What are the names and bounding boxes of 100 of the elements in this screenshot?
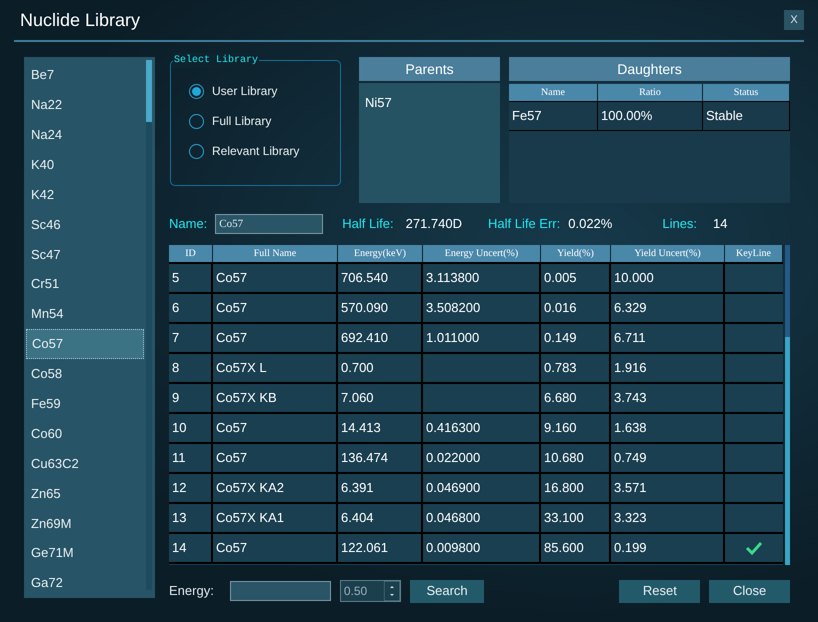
radio-button[interactable]	[189, 144, 204, 158]
nuclide-item[interactable]: Ga72	[26, 568, 144, 598]
nuclide-item[interactable]: Co58	[26, 358, 144, 389]
nuclide-item[interactable]: Mn54	[26, 299, 144, 330]
name-field[interactable]: Co57	[215, 214, 324, 234]
tolerance-spinbox[interactable]: 0.50	[340, 580, 401, 602]
window-title: Nuclide Library	[20, 8, 140, 32]
table-cell: Fe57	[509, 102, 598, 130]
table-cell: 6	[169, 294, 213, 322]
scrollbar[interactable]	[785, 245, 790, 565]
table-cell: 3.508200	[423, 294, 541, 322]
table-cell: 10.000	[611, 264, 725, 292]
table-cell: 6.329	[611, 294, 725, 322]
scrollbar[interactable]	[146, 60, 152, 590]
table-cell: 0.416300	[423, 414, 541, 442]
table-cell: 6.680	[541, 384, 611, 412]
table-cell: 14	[169, 534, 213, 562]
table-cell: Co57	[213, 444, 338, 472]
column-header[interactable]: ID	[169, 245, 213, 262]
table-cell: 6.711	[611, 324, 725, 352]
nuclide-item[interactable]: Na24	[26, 120, 144, 150]
nuclide-item[interactable]: Zn65	[26, 478, 144, 508]
table-cell: 3.323	[611, 504, 725, 532]
nuclide-item[interactable]: Sc46	[26, 209, 144, 240]
reset-button[interactable]: Reset	[619, 580, 700, 602]
table-cell: Co57X L	[213, 354, 338, 382]
column-header[interactable]: Energy(keV)	[338, 245, 423, 262]
table-cell: 122.061	[338, 534, 423, 562]
radio-label: User Library	[212, 83, 278, 100]
table-cell: 10.680	[541, 444, 611, 472]
table-cell: Co57	[213, 264, 338, 292]
table-cell: 0.022000	[423, 444, 541, 472]
column-header[interactable]: Full Name	[213, 245, 338, 262]
nuclide-item[interactable]: K42	[26, 180, 144, 210]
table-cell: Co57X KA1	[213, 504, 338, 532]
table-cell: 85.600	[541, 534, 611, 562]
table-cell: 9	[169, 384, 213, 412]
half-life-err-label: Half Life Err:	[488, 215, 560, 234]
nuclide-item[interactable]: Zn69M	[26, 508, 144, 538]
table-cell: 16.800	[541, 474, 611, 502]
table-cell: Co57X KB	[213, 384, 338, 412]
table-cell: Co57	[213, 534, 338, 562]
half-life-label: Half Life:	[342, 215, 394, 234]
search-button[interactable]: Search	[410, 580, 484, 602]
close-button[interactable]: Close	[709, 580, 790, 602]
half-life-value: 271.740D	[406, 215, 462, 234]
nuclide-item[interactable]: Be7	[26, 60, 144, 90]
table-cell: 0.700	[338, 354, 423, 382]
table-cell: 706.540	[338, 264, 423, 292]
daughters-header: Daughters	[509, 57, 790, 81]
nuclide-item[interactable]: Cu63C2	[26, 448, 144, 478]
column-header[interactable]: Ratio	[598, 84, 703, 101]
table-cell: Stable	[703, 102, 790, 130]
nuclide-item[interactable]: Co60	[26, 418, 144, 449]
half-life-err-value: 0.022%	[568, 215, 612, 234]
table-cell: 33.100	[541, 504, 611, 532]
nuclide-item[interactable]: Ge71M	[26, 538, 144, 568]
column-header[interactable]: Status	[703, 84, 790, 101]
table-cell: 10	[169, 414, 213, 442]
table-cell: 12	[169, 474, 213, 502]
parents-header: Parents	[359, 57, 500, 81]
table-cell: 692.410	[338, 324, 423, 352]
column-header[interactable]: Yield(%)	[541, 245, 611, 262]
close-button[interactable]: X	[784, 10, 804, 30]
column-header[interactable]: KeyLine	[725, 245, 783, 262]
table-cell: 7	[169, 324, 213, 352]
table-cell: 1.916	[611, 354, 725, 382]
spin-arrows-icon[interactable]	[384, 581, 400, 601]
table-cell: 6.391	[338, 474, 423, 502]
table-cell: 9.160	[541, 414, 611, 442]
table-cell: 1.638	[611, 414, 725, 442]
nuclide-item[interactable]: Na22	[26, 90, 144, 120]
column-header[interactable]: Yield Uncert(%)	[611, 245, 725, 262]
table-cell: Co57X KA2	[213, 474, 338, 502]
nuclide-item[interactable]: Cr51	[26, 269, 144, 300]
radio-button[interactable]	[189, 114, 204, 128]
table-cell: 8	[169, 354, 213, 382]
nuclide-item[interactable]: Co57	[26, 329, 144, 359]
nuclide-item[interactable]: Sc47	[26, 239, 144, 270]
table-cell: 0.149	[541, 324, 611, 352]
column-header[interactable]: Energy Uncert(%)	[423, 245, 541, 262]
parent-item[interactable]: Ni57	[365, 93, 500, 112]
table-cell: 14.413	[338, 414, 423, 442]
table-cell: 1.011000	[423, 324, 541, 352]
table-cell: 0.016	[541, 294, 611, 322]
column-header[interactable]: Name	[509, 84, 598, 101]
table-cell: 100.00%	[598, 102, 703, 130]
table-cell: 3.743	[611, 384, 725, 412]
table-cell: 7.060	[338, 384, 423, 412]
energy-field[interactable]	[230, 581, 331, 601]
radio-label: Full Library	[212, 113, 272, 130]
radio-label: Relevant Library	[212, 143, 300, 160]
radio-button[interactable]	[189, 84, 204, 98]
table-cell: 11	[169, 444, 213, 472]
table-cell: Co57	[213, 294, 338, 322]
nuclide-item[interactable]: K40	[26, 150, 144, 180]
nuclide-item[interactable]: Fe59	[26, 388, 144, 419]
table-cell: 0.046800	[423, 504, 541, 532]
table-cell: Co57	[213, 324, 338, 352]
table-cell: 570.090	[338, 294, 423, 322]
